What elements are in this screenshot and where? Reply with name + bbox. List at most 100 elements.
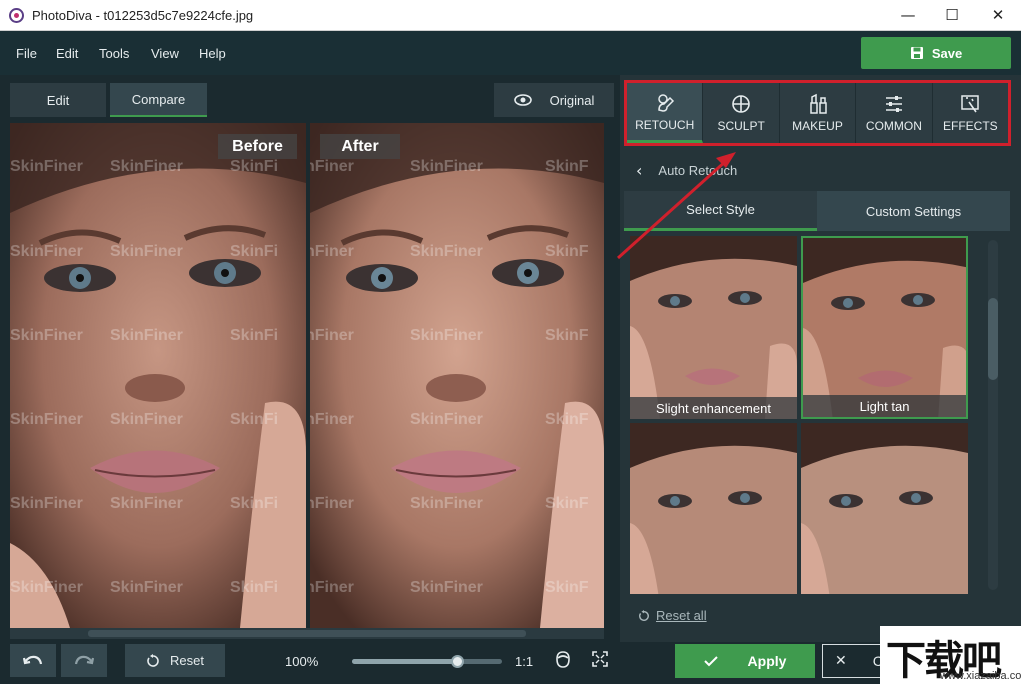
menu-edit[interactable]: Edit (56, 46, 78, 61)
svg-text:SkinFiner: SkinFiner (410, 495, 483, 512)
svg-text:SkinFi: SkinFi (230, 158, 278, 175)
tab-edit[interactable]: Edit (10, 83, 106, 117)
app-logo-icon (9, 8, 24, 23)
close-window-button[interactable]: ✕ (975, 0, 1021, 31)
svg-text:SkinFiner: SkinFiner (110, 411, 183, 428)
eye-icon (513, 94, 532, 106)
face-photo-after: nFiner SkinFiner SkinF nFiner SkinFiner Skin… (310, 123, 604, 628)
before-label: Before (218, 134, 297, 159)
svg-text:SkinFiner: SkinFiner (10, 579, 83, 596)
svg-text:SkinFi: SkinFi (230, 411, 278, 428)
svg-text:SkinF: SkinF (545, 243, 589, 260)
svg-text:SkinFiner: SkinFiner (10, 327, 83, 344)
svg-text:SkinFiner: SkinFiner (110, 243, 183, 260)
tab-sculpt[interactable]: SCULPT (703, 83, 780, 143)
svg-text:SkinFiner: SkinFiner (410, 411, 483, 428)
svg-text:SkinFiner: SkinFiner (410, 327, 483, 344)
svg-text:SkinFiner: SkinFiner (410, 579, 483, 596)
style-tabs: Select Style Custom Settings (624, 191, 1010, 231)
reset-label: Reset (170, 653, 204, 668)
zoom-percent: 100% (285, 654, 319, 669)
menu-view[interactable]: View (151, 46, 179, 61)
svg-text:nFiner: nFiner (310, 495, 354, 512)
svg-text:SkinFiner: SkinFiner (10, 158, 83, 175)
zoom-slider-handle[interactable] (451, 655, 464, 668)
tab-makeup-label: MAKEUP (792, 119, 843, 133)
svg-text:SkinFi: SkinFi (230, 327, 278, 344)
svg-text:SkinFiner: SkinFiner (410, 243, 483, 260)
svg-text:SkinFiner: SkinFiner (10, 243, 83, 260)
apply-button[interactable]: Apply (675, 644, 815, 678)
svg-text:SkinFiner: SkinFiner (10, 495, 83, 512)
close-icon: ✕ (835, 653, 847, 669)
preset-slight-enhancement[interactable]: Slight enhancement (630, 236, 797, 419)
svg-text:nFiner: nFiner (310, 579, 354, 596)
breadcrumb-title: Auto Retouch (658, 162, 738, 178)
reset-icon (147, 653, 159, 667)
site-watermark-logo: 下载吧 www.xiazaiba.com (880, 626, 1021, 684)
site-watermark-url: www.xiazaiba.com (940, 670, 1021, 682)
after-photo[interactable]: nFiner SkinFiner SkinF nFiner SkinFiner Skin… (310, 123, 604, 628)
sculpt-crosshair-icon (732, 95, 750, 113)
svg-text:SkinFiner: SkinFiner (110, 495, 183, 512)
reset-button[interactable]: Reset (125, 644, 225, 677)
tab-effects-label: EFFECTS (942, 119, 998, 133)
undo-button[interactable] (10, 644, 56, 677)
title-bar: PhotoDiva - t012253d5c7e9224cfe.jpg — ☐ … (0, 0, 1021, 31)
zoom-slider[interactable] (352, 655, 502, 668)
original-label: Original (549, 92, 595, 108)
before-photo[interactable]: SkinFiner SkinFiner SkinFi SkinFiner SkinFi… (10, 123, 306, 628)
preset-scrollbar[interactable] (988, 240, 998, 590)
horizontal-scroll-thumb[interactable] (88, 630, 526, 637)
svg-text:SkinF: SkinF (545, 579, 589, 596)
retouch-brush-icon (657, 93, 674, 112)
undo-icon (23, 655, 43, 664)
svg-text:SkinF: SkinF (545, 327, 589, 344)
sliders-icon (885, 96, 902, 112)
svg-text:SkinFiner: SkinFiner (110, 327, 183, 344)
face-detect-icon[interactable] (555, 651, 571, 669)
fit-screen-icon[interactable] (592, 651, 608, 667)
preset-scroll-thumb[interactable] (988, 298, 998, 380)
svg-text:nFiner: nFiner (310, 158, 354, 175)
menu-file[interactable]: File (16, 46, 37, 61)
svg-text:SkinF: SkinF (545, 158, 589, 175)
preset-thumbnail (803, 238, 966, 417)
svg-text:nFiner: nFiner (310, 411, 354, 428)
preset-item[interactable] (801, 423, 968, 594)
save-button[interactable]: Save (861, 37, 1011, 69)
tool-tabs: RETOUCH SCULPT MAKEUP COMMON EFFECTS (624, 80, 1011, 146)
preset-item[interactable] (630, 423, 797, 594)
tab-select-style[interactable]: Select Style (624, 191, 817, 231)
svg-text:nFiner: nFiner (310, 327, 354, 344)
tab-common[interactable]: COMMON (856, 83, 933, 143)
preset-light-tan[interactable]: Light tan (801, 236, 968, 419)
preset-label: Slight enhancement (630, 397, 797, 419)
effects-wand-icon (961, 95, 980, 113)
tab-custom-settings[interactable]: Custom Settings (817, 191, 1010, 231)
menu-tools[interactable]: Tools (99, 46, 129, 61)
preset-thumbnail (630, 423, 797, 594)
tab-effects[interactable]: EFFECTS (933, 83, 1008, 143)
chevron-left-icon[interactable]: ‹ (636, 161, 642, 180)
reset-all-label: Reset all (656, 608, 707, 623)
maximize-button[interactable]: ☐ (929, 0, 975, 31)
tab-makeup[interactable]: MAKEUP (780, 83, 857, 143)
original-toggle-button[interactable]: Original (494, 83, 614, 117)
floppy-disk-icon (910, 47, 923, 59)
redo-button[interactable] (61, 644, 107, 677)
svg-text:nFiner: nFiner (310, 243, 354, 260)
svg-text:SkinFi: SkinFi (230, 243, 278, 260)
svg-text:SkinFi: SkinFi (230, 495, 278, 512)
tab-compare[interactable]: Compare (110, 83, 207, 117)
horizontal-scrollbar[interactable] (10, 628, 604, 639)
zoom-slider-fill (352, 659, 457, 664)
tab-common-label: COMMON (865, 119, 922, 133)
actual-size-button[interactable]: 1:1 (515, 654, 533, 669)
window-title: PhotoDiva - t012253d5c7e9224cfe.jpg (32, 8, 254, 23)
minimize-button[interactable]: — (885, 0, 931, 31)
reset-all-link[interactable]: Reset all (638, 608, 707, 623)
face-photo-before: SkinFiner SkinFiner SkinFi SkinFiner SkinFi… (10, 123, 306, 628)
menu-help[interactable]: Help (199, 46, 226, 61)
tab-retouch[interactable]: RETOUCH (627, 83, 704, 143)
